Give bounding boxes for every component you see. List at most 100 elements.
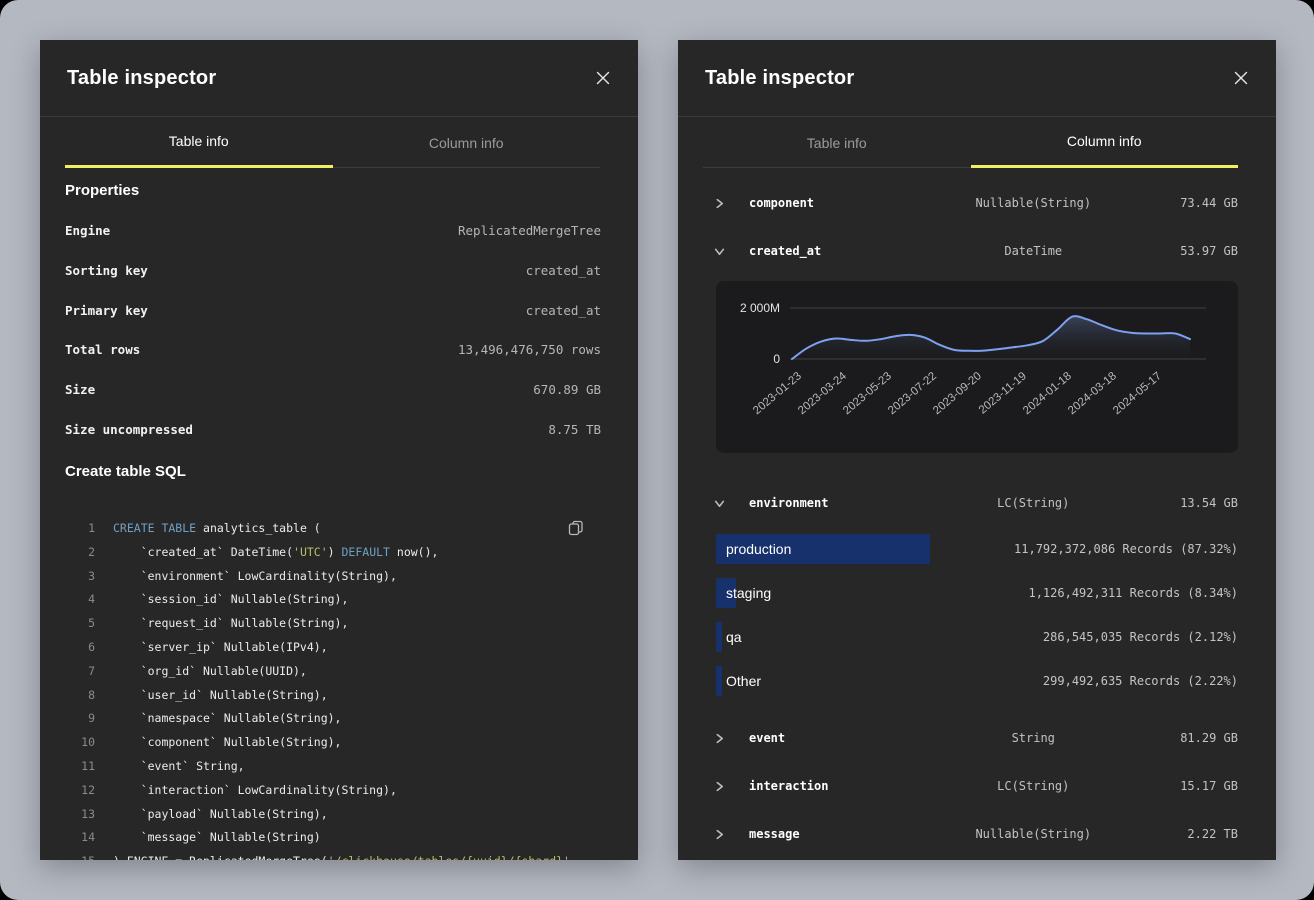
column-type: LC(String) — [939, 496, 1129, 510]
sql-code-line: 3 `environment` LowCardinality(String), — [65, 564, 601, 588]
close-icon — [596, 71, 610, 85]
code-text: ) ENGINE = ReplicatedMergeTree('/clickho… — [113, 854, 577, 860]
column-row-created_at[interactable]: created_at DateTime 53.97 GB — [678, 227, 1276, 275]
tab-label: Column info — [429, 135, 504, 151]
sql-code-line: 14 `message` Nullable(String) — [65, 825, 601, 849]
column-type: Nullable(String) — [939, 827, 1129, 841]
code-text: `interaction` LowCardinality(String), — [113, 783, 397, 797]
area-chart: 2 000M02023-01-232023-03-242023-05-23202… — [716, 281, 1238, 453]
code-text: CREATE TABLE analytics_table ( — [113, 521, 321, 535]
code-text: `org_id` Nullable(UUID), — [113, 664, 307, 678]
property-value: 13,496,476,750 rows — [458, 342, 601, 357]
sql-code-line: 13 `payload` Nullable(String), — [65, 802, 601, 826]
svg-text:2023-01-23: 2023-01-23 — [751, 370, 804, 417]
close-button[interactable] — [586, 61, 620, 95]
tab-table-info[interactable]: Table info — [65, 117, 333, 168]
code-text: `namespace` Nullable(String), — [113, 711, 341, 725]
line-number: 1 — [65, 521, 95, 535]
code-text: `session_id` Nullable(String), — [113, 592, 348, 606]
value-label: qa — [726, 629, 1043, 645]
column-name: created_at — [749, 244, 939, 258]
sql-code-line: 2 `created_at` DateTime('UTC') DEFAULT n… — [65, 540, 601, 564]
svg-text:2024-01-18: 2024-01-18 — [1021, 370, 1074, 417]
dialog-title: Table inspector — [705, 67, 854, 90]
line-number: 12 — [65, 783, 95, 797]
column-row-event[interactable]: event String 81.29 GB — [678, 714, 1276, 762]
record-count: 299,492,635 Records (2.22%) — [1043, 674, 1238, 688]
sql-lines: 1 CREATE TABLE analytics_table ( 2 `crea… — [65, 516, 601, 860]
table-info-content: Properties Engine ReplicatedMergeTree So… — [40, 182, 638, 860]
line-number: 11 — [65, 759, 95, 773]
column-info-content: component Nullable(String) 73.44 GB crea… — [678, 168, 1276, 858]
sql-code-line: 5 `request_id` Nullable(String), — [65, 611, 601, 635]
line-number: 2 — [65, 545, 95, 559]
sql-code-line: 11 `event` String, — [65, 754, 601, 778]
value-distribution-row-staging: staging 1,126,492,311 Records (8.34%) — [678, 571, 1276, 615]
svg-text:2024-03-18: 2024-03-18 — [1066, 370, 1119, 417]
column-name: component — [749, 196, 939, 210]
chevron-right-icon — [714, 781, 725, 792]
line-number: 8 — [65, 688, 95, 702]
tab-column-info[interactable]: Column info — [333, 117, 601, 168]
sql-code-line: 8 `user_id` Nullable(String), — [65, 683, 601, 707]
properties-list: Engine ReplicatedMergeTree Sorting key c… — [65, 211, 601, 449]
value-distribution-row-qa: qa 286,545,035 Records (2.12%) — [678, 615, 1276, 659]
code-text: `payload` Nullable(String), — [113, 807, 328, 821]
sql-code-line: 4 `session_id` Nullable(String), — [65, 588, 601, 612]
line-number: 7 — [65, 664, 95, 678]
column-type: LC(String) — [939, 779, 1129, 793]
property-value: ReplicatedMergeTree — [458, 223, 601, 238]
sql-code-line: 1 CREATE TABLE analytics_table ( — [65, 516, 601, 540]
line-number: 6 — [65, 640, 95, 654]
sql-code-line: 9 `namespace` Nullable(String), — [65, 707, 601, 731]
sql-code-line: 6 `server_ip` Nullable(IPv4), — [65, 635, 601, 659]
column-size: 15.17 GB — [1128, 779, 1238, 793]
tab-column-info[interactable]: Column info — [971, 117, 1239, 168]
column-row-environment[interactable]: environment LC(String) 13.54 GB — [678, 479, 1276, 527]
line-number: 3 — [65, 569, 95, 583]
sql-code-line: 10 `component` Nullable(String), — [65, 730, 601, 754]
column-name: event — [749, 731, 939, 745]
column-type: String — [939, 731, 1129, 745]
code-text: `event` String, — [113, 759, 245, 773]
property-row: Size uncompressed 8.75 TB — [65, 409, 601, 449]
value-label: production — [726, 541, 1014, 557]
close-icon — [1234, 71, 1248, 85]
property-label: Sorting key — [65, 263, 148, 278]
create-table-sql-section-title: Create table SQL — [65, 463, 601, 480]
property-value: created_at — [526, 263, 601, 278]
line-number: 10 — [65, 735, 95, 749]
line-number: 15 — [65, 854, 95, 860]
svg-text:2023-09-20: 2023-09-20 — [931, 370, 984, 417]
sql-code-line: 15 ) ENGINE = ReplicatedMergeTree('/clic… — [65, 849, 601, 860]
property-label: Primary key — [65, 303, 148, 318]
chevron-right-icon — [714, 829, 725, 840]
column-size: 73.44 GB — [1128, 196, 1238, 210]
dialog-header: Table inspector — [40, 40, 638, 117]
distribution-bar — [716, 666, 722, 696]
property-row: Sorting key created_at — [65, 251, 601, 291]
date-distribution-chart-card: 2 000M02023-01-232023-03-242023-05-23202… — [716, 281, 1238, 453]
column-name: message — [749, 827, 939, 841]
line-number: 5 — [65, 616, 95, 630]
column-row-component[interactable]: component Nullable(String) 73.44 GB — [678, 179, 1276, 227]
column-row-interaction[interactable]: interaction LC(String) 15.17 GB — [678, 762, 1276, 810]
tab-table-info[interactable]: Table info — [703, 117, 971, 168]
tab-label: Table info — [169, 133, 229, 149]
column-name: interaction — [749, 779, 939, 793]
column-type: DateTime — [939, 244, 1129, 258]
column-size: 13.54 GB — [1128, 496, 1238, 510]
sql-code-block: 1 CREATE TABLE analytics_table ( 2 `crea… — [65, 516, 601, 860]
column-row-message[interactable]: message Nullable(String) 2.22 TB — [678, 810, 1276, 858]
copy-sql-button[interactable] — [566, 518, 586, 541]
sql-code-line: 12 `interaction` LowCardinality(String), — [65, 778, 601, 802]
column-size: 2.22 TB — [1128, 827, 1238, 841]
close-button[interactable] — [1224, 61, 1258, 95]
dialog-title: Table inspector — [67, 67, 216, 90]
line-number: 13 — [65, 807, 95, 821]
value-distribution-row-production: production 11,792,372,086 Records (87.32… — [678, 527, 1276, 571]
column-name: environment — [749, 496, 939, 510]
properties-section-title: Properties — [65, 182, 601, 199]
svg-text:2023-05-23: 2023-05-23 — [841, 370, 894, 417]
chevron-down-icon — [714, 498, 725, 509]
